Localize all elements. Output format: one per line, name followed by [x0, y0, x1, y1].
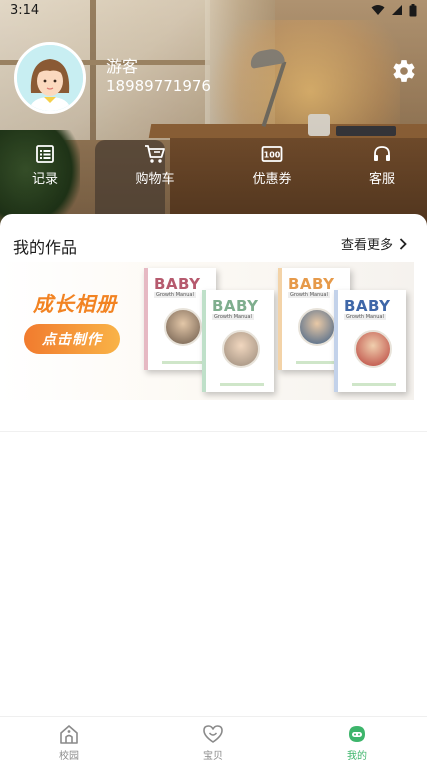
album-cover-footer	[352, 383, 396, 386]
avatar-girl-icon	[17, 45, 83, 111]
avatar[interactable]	[14, 42, 86, 114]
tab-school[interactable]: 校园	[29, 723, 109, 760]
quick-menu-service-label: 客服	[368, 172, 395, 187]
quick-menu-service[interactable]: 客服	[342, 140, 422, 187]
headset-icon	[374, 146, 390, 161]
tab-mine[interactable]: 我的	[317, 723, 397, 760]
school-icon	[60, 725, 78, 744]
growth-album-banner[interactable]: 成长相册 点击制作 BABY Growth Manual BABY Growth…	[0, 262, 414, 400]
status-bar: 3:14	[0, 0, 427, 20]
quick-menu-records-label: 记录	[31, 172, 58, 187]
album-cover-subtitle: Growth Manual	[154, 292, 196, 298]
svg-text:100: 100	[264, 151, 281, 160]
see-more-label: 查看更多	[341, 238, 394, 253]
album-cover-title: BABY	[154, 275, 201, 293]
quick-menu-records[interactable]: 记录	[5, 140, 85, 187]
profile-header	[0, 0, 427, 238]
heart-icon	[203, 725, 223, 743]
quick-menu: 记录 购物车 100 优惠券 客服	[0, 140, 427, 190]
list-icon	[36, 145, 54, 163]
album-cover-title: BABY	[212, 297, 259, 315]
user-phone: 18989771976	[106, 77, 211, 95]
album-cover-title: BABY	[344, 297, 391, 315]
profile-icon	[349, 726, 365, 742]
tab-baby[interactable]: 宝贝	[173, 723, 253, 760]
chevron-right-icon	[399, 237, 407, 250]
album-cover-subtitle: Growth Manual	[288, 292, 330, 298]
quick-menu-cart-label: 购物车	[135, 172, 175, 187]
baby-photo	[222, 330, 260, 368]
user-name: 游客	[106, 57, 139, 76]
baby-photo	[354, 330, 392, 368]
gear-icon	[393, 60, 415, 82]
my-works-title: 我的作品	[13, 238, 78, 257]
signal-icon	[392, 5, 402, 15]
album-cover-footer	[220, 383, 264, 386]
quick-menu-coupon-label: 优惠券	[252, 172, 292, 187]
create-album-button[interactable]: 点击制作	[24, 324, 120, 354]
banner-title: 成长相册	[33, 292, 117, 316]
album-cover-title: BABY	[288, 275, 335, 293]
my-works-card: 我的作品 查看更多 成长相册 点击制作 BABY Growth Manual B…	[0, 214, 427, 432]
cart-icon	[145, 145, 165, 163]
status-icons	[371, 3, 417, 17]
coupon-icon: 100	[261, 146, 283, 162]
tab-mine-label: 我的	[347, 751, 367, 760]
background-shade	[0, 0, 427, 238]
bottom-tab-bar: 校园 宝贝 我的	[0, 716, 427, 760]
quick-menu-coupon[interactable]: 100 优惠券	[232, 140, 312, 187]
album-cover-subtitle: Growth Manual	[212, 314, 254, 320]
settings-button[interactable]	[391, 58, 417, 84]
wifi-icon	[371, 5, 385, 15]
quick-menu-cart[interactable]: 购物车	[115, 140, 195, 187]
see-more-link[interactable]: 查看更多	[341, 234, 407, 253]
baby-photo	[298, 308, 336, 346]
tab-school-label: 校园	[59, 751, 79, 760]
tab-baby-label: 宝贝	[203, 751, 223, 760]
album-cover-2: BABY Growth Manual	[202, 290, 274, 392]
album-cover-footer	[162, 361, 206, 364]
status-time: 3:14	[10, 2, 40, 18]
album-cover-subtitle: Growth Manual	[344, 314, 386, 320]
album-cover-4: BABY Growth Manual	[334, 290, 406, 392]
baby-photo	[164, 308, 202, 346]
battery-icon	[409, 3, 417, 16]
